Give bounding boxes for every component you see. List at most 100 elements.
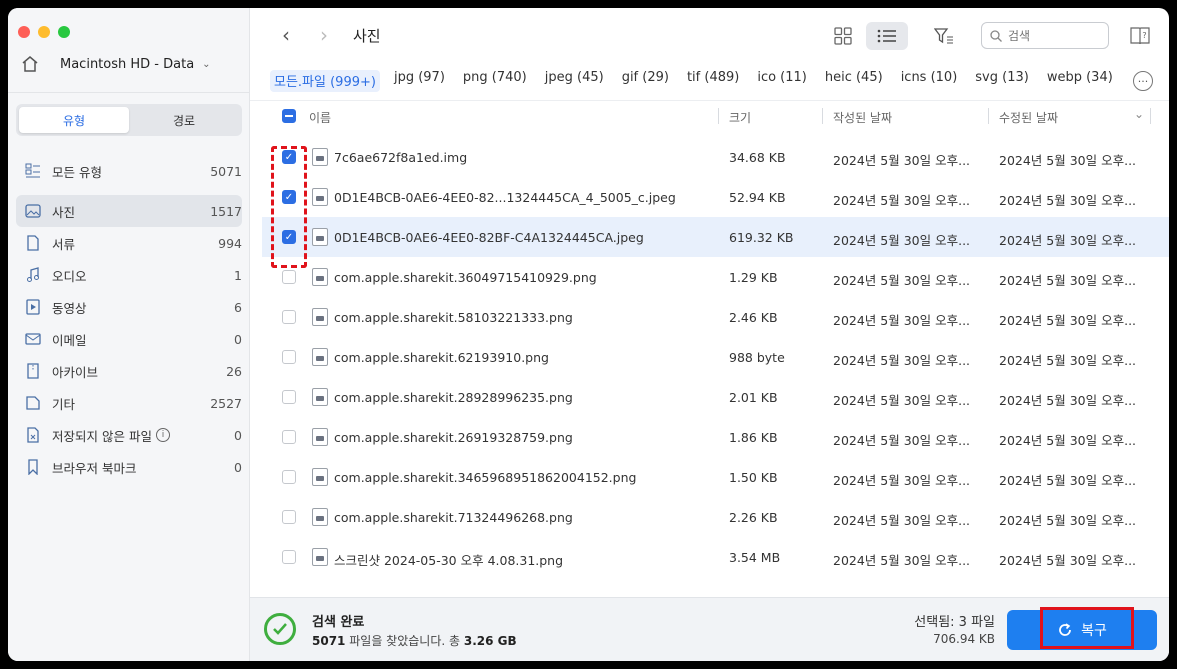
row-checkbox[interactable] [282, 270, 296, 284]
column-separator[interactable] [718, 108, 719, 124]
category-label-wrap: 저장되지 않은 파일 i [52, 426, 182, 445]
row-checkbox[interactable] [282, 430, 296, 444]
file-modified: 2024년 5월 30일 오후... [999, 353, 1137, 368]
category-browser-bookmarks[interactable]: 브라우저 북마크 0 [16, 451, 242, 483]
found-size: 3.26 GB [463, 634, 517, 648]
sidebar: Macintosh HD - Data ⌄ 유형 경로 모든 유형 5071 사… [8, 8, 250, 661]
table-row[interactable]: com.apple.sharekit.26919328759.png 1.86 K… [250, 417, 1169, 457]
tab-heic[interactable]: heic (45) [825, 70, 883, 92]
tab-svg[interactable]: svg (13) [975, 70, 1029, 92]
view-mode-segmented-control: 유형 경로 [16, 104, 242, 136]
image-file-icon [312, 228, 328, 246]
category-other[interactable]: 기타 2527 [16, 387, 242, 419]
table-row[interactable]: com.apple.sharekit.28928996235.png 2.01 K… [250, 377, 1169, 417]
file-name: com.apple.sharekit.58103221333.png [334, 310, 573, 325]
row-checkbox[interactable] [282, 350, 296, 364]
list-view-button[interactable] [866, 22, 908, 50]
close-window-button[interactable] [18, 26, 30, 38]
table-row[interactable]: 스크린샷 2024-05-30 오후 4.08.31.png 3.54 MB 202… [250, 537, 1169, 577]
column-separator[interactable] [822, 108, 823, 124]
all-types-icon [24, 162, 42, 180]
file-modified: 2024년 5월 30일 오후... [999, 393, 1137, 408]
category-email[interactable]: 이메일 0 [16, 323, 242, 355]
row-checkbox[interactable] [282, 310, 296, 324]
tab-tif[interactable]: tif (489) [687, 70, 739, 92]
table-row[interactable]: com.apple.sharekit.62193910.png 988 byte 2… [250, 337, 1169, 377]
document-icon [24, 234, 42, 252]
category-photo[interactable]: 사진 1517 [16, 195, 242, 227]
category-video[interactable]: 동영상 6 [16, 291, 242, 323]
category-label: 서류 [52, 236, 76, 252]
info-icon[interactable]: i [155, 428, 170, 442]
category-label: 오디오 [52, 268, 87, 284]
tab-icns[interactable]: icns (10) [901, 70, 958, 92]
tab-jpeg[interactable]: jpeg (45) [545, 70, 604, 92]
file-size: 3.54 MB [729, 550, 781, 565]
row-checkbox[interactable] [282, 470, 296, 484]
tab-all-files[interactable]: 모든.파일 (999+) [270, 70, 380, 92]
table-row[interactable]: ✓ 0D1E4BCB-0AE6-4EE0-82...1324445CA_4_500… [250, 177, 1169, 217]
filter-button[interactable] [930, 22, 958, 50]
divider [8, 92, 250, 93]
row-checkbox[interactable] [282, 390, 296, 404]
back-button[interactable]: ‹ [276, 24, 296, 46]
window-controls [18, 26, 70, 38]
column-size[interactable]: 크기 [729, 109, 751, 126]
category-archive[interactable]: 아카이브 26 [16, 355, 242, 387]
column-separator[interactable] [988, 108, 989, 124]
file-name: 7c6ae672f8a1ed.img [334, 150, 468, 165]
search-box[interactable] [981, 22, 1109, 49]
column-created[interactable]: 작성된 날짜 [833, 109, 892, 126]
select-all-checkbox[interactable] [282, 109, 296, 123]
file-modified: 2024년 5월 30일 오후... [999, 553, 1137, 568]
search-input[interactable] [1008, 28, 1098, 43]
drive-name: Macintosh HD - Data [60, 56, 195, 72]
image-file-icon [312, 148, 328, 166]
file-size: 2.26 KB [729, 510, 778, 525]
help-button[interactable]: ? [1126, 22, 1154, 50]
table-row[interactable]: ✓ 7c6ae672f8a1ed.img 34.68 KB 2024년 5월 30일 … [250, 137, 1169, 177]
file-created: 2024년 5월 30일 오후... [833, 353, 971, 368]
zoom-window-button[interactable] [58, 26, 70, 38]
column-name[interactable]: 이름 [309, 109, 331, 126]
table-row[interactable]: com.apple.sharekit.58103221333.png 2.46 K… [250, 297, 1169, 337]
file-modified: 2024년 5월 30일 오후... [999, 473, 1137, 488]
minimize-window-button[interactable] [38, 26, 50, 38]
help-book-icon: ? [1130, 27, 1150, 45]
file-created: 2024년 5월 30일 오후... [833, 393, 971, 408]
file-created: 2024년 5월 30일 오후... [833, 553, 971, 568]
column-separator[interactable] [1150, 108, 1151, 124]
file-created: 2024년 5월 30일 오후... [833, 313, 971, 328]
row-checkbox[interactable] [282, 510, 296, 524]
table-row[interactable]: com.apple.sharekit.71324496268.png 2.26 K… [250, 497, 1169, 537]
category-document[interactable]: 서류 994 [16, 227, 242, 259]
drive-selector[interactable]: Macintosh HD - Data ⌄ [20, 52, 240, 76]
image-file-icon [312, 268, 328, 286]
category-count: 6 [234, 299, 242, 315]
column-modified[interactable]: 수정된 날짜 [999, 109, 1058, 126]
category-audio[interactable]: 오디오 1 [16, 259, 242, 291]
category-unsaved-files[interactable]: 저장되지 않은 파일 i 0 [16, 419, 242, 451]
tab-png[interactable]: png (740) [463, 70, 527, 92]
tab-ico[interactable]: ico (11) [757, 70, 807, 92]
file-size: 52.94 KB [729, 190, 786, 205]
tab-webp[interactable]: webp (34) [1047, 70, 1113, 92]
other-icon [24, 394, 42, 412]
file-name: 0D1E4BCB-0AE6-4EE0-82...1324445CA_4_5005… [334, 190, 676, 205]
category-count: 5071 [210, 163, 242, 179]
tab-gif[interactable]: gif (29) [622, 70, 669, 92]
grid-view-button[interactable] [826, 22, 860, 50]
row-checkbox[interactable] [282, 550, 296, 564]
table-row[interactable]: com.apple.sharekit.36049715410929.png 1.2… [250, 257, 1169, 297]
tab-jpg[interactable]: jpg (97) [394, 70, 445, 92]
sort-chevron-icon[interactable]: ⌄ [1134, 107, 1144, 121]
found-text: 파일을 찾았습니다. 총 [349, 634, 461, 648]
table-row[interactable]: ✓ 0D1E4BCB-0AE6-4EE0-82BF-C4A1324445CA.jp… [262, 217, 1169, 257]
file-modified: 2024년 5월 30일 오후... [999, 513, 1137, 528]
segment-type[interactable]: 유형 [19, 107, 129, 133]
category-all-types[interactable]: 모든 유형 5071 [16, 155, 242, 187]
segment-path[interactable]: 경로 [129, 107, 239, 133]
forward-button[interactable]: › [314, 24, 334, 46]
table-row[interactable]: com.apple.sharekit.3465968951862004152.p… [250, 457, 1169, 497]
more-tabs-button[interactable]: ··· [1133, 71, 1153, 91]
